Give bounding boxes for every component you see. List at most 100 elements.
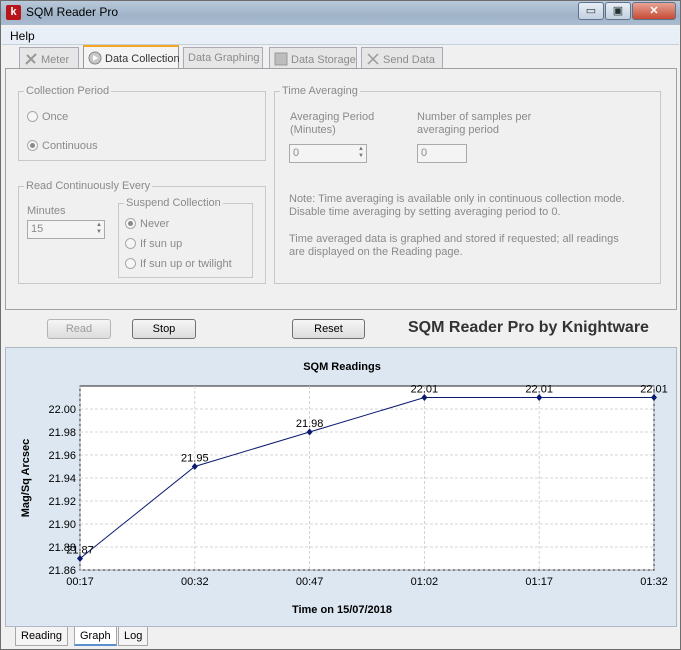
y-axis-label: Mag/Sq Arcsec [20, 439, 32, 517]
minutes-spinner[interactable]: 15 ▲ ▼ [27, 220, 105, 239]
label-line: Number of samples per [417, 111, 532, 123]
y-tick-label: 21.94 [48, 473, 76, 485]
tab-reading[interactable]: Reading [15, 627, 68, 646]
data-label: 21.95 [181, 453, 209, 465]
stop-button[interactable]: Stop [132, 319, 196, 339]
label-line: (Minutes) [290, 124, 336, 136]
averaging-note: Note: Time averaging is available only i… [289, 193, 625, 219]
tab-label: Send Data [383, 54, 435, 66]
radio-if-sun-up-or-twilight[interactable]: If sun up or twilight [125, 258, 232, 270]
radio-if-sun-up[interactable]: If sun up [125, 238, 182, 250]
storage-icon [274, 52, 288, 66]
y-tick-label: 21.92 [48, 496, 76, 508]
tab-send-data[interactable]: Send Data [361, 47, 443, 68]
averaging-period-label: Averaging Period (Minutes) [290, 111, 374, 137]
radio-continuous[interactable]: Continuous [27, 140, 98, 152]
brand-label: SQM Reader Pro by Knightware [408, 319, 649, 336]
tab-data-graphing[interactable]: Data Graphing [183, 47, 263, 68]
reset-button[interactable]: Reset [292, 319, 365, 339]
note-line: Note: Time averaging is available only i… [289, 193, 625, 205]
samples-field[interactable]: 0 [417, 144, 467, 163]
maximize-button[interactable]: ▣ [605, 2, 631, 20]
menu-bar: Help [2, 27, 679, 45]
tab-label: Data Storage [291, 54, 356, 66]
x-tick-label: 01:02 [411, 576, 439, 588]
close-button[interactable]: ✕ [632, 2, 676, 20]
samples-label: Number of samples per averaging period [417, 111, 531, 137]
radio-indicator [125, 218, 136, 229]
bottom-tabstrip: Reading Graph Log [5, 627, 677, 647]
tab-label: Data Collection [105, 53, 180, 65]
tab-meter[interactable]: Meter [19, 47, 79, 68]
suspend-collection-group: Suspend Collection Never If sun up If su… [118, 197, 253, 278]
group-title: Suspend Collection [124, 197, 223, 209]
spinner-arrows-icon[interactable]: ▲ ▼ [358, 146, 364, 160]
tab-data-storage[interactable]: Data Storage [269, 47, 357, 68]
data-label: 21.87 [66, 545, 94, 557]
minimize-button[interactable]: ▭ [578, 2, 604, 20]
label-line: Averaging Period [290, 111, 375, 123]
radio-indicator [125, 258, 136, 269]
radio-label: If sun up [140, 238, 183, 250]
time-averaging-group: Time Averaging Averaging Period (Minutes… [274, 85, 661, 284]
radio-indicator [27, 140, 38, 151]
x-tick-label: 00:32 [181, 576, 209, 588]
sqm-chart: SQM Readings 21.8621.8821.9021.9221.9421… [20, 361, 668, 616]
window-title: SQM Reader Pro [26, 5, 119, 19]
play-icon [88, 51, 102, 65]
radio-never[interactable]: Never [125, 218, 169, 230]
x-tick-label: 00:47 [296, 576, 324, 588]
group-title: Time Averaging [280, 85, 360, 97]
radio-label: Never [140, 218, 170, 230]
samples-value: 0 [421, 147, 428, 159]
tab-label: Meter [41, 54, 70, 66]
collection-period-group: Collection Period Once Continuous [18, 85, 266, 161]
menu-help[interactable]: Help [10, 29, 35, 43]
x-tick-label: 01:17 [525, 576, 553, 588]
label-line: averaging period [417, 124, 499, 136]
data-label: 22.01 [640, 384, 668, 396]
data-label: 22.01 [411, 384, 439, 396]
averaging-period-spinner[interactable]: 0 ▲ ▼ [289, 144, 367, 163]
radio-indicator [27, 111, 38, 122]
x-tick-label: 00:17 [66, 576, 94, 588]
send-icon [366, 52, 380, 66]
note-line: Disable time averaging by setting averag… [289, 206, 561, 218]
radio-label: Once [42, 111, 69, 123]
y-tick-label: 21.98 [48, 427, 76, 439]
title-bar[interactable]: k SQM Reader Pro ▭ ▣ ✕ [1, 1, 680, 25]
spinner-arrows-icon[interactable]: ▲ ▼ [96, 222, 102, 236]
x-axis-label: Time on 15/07/2018 [292, 604, 392, 616]
x-tick-label: 01:32 [640, 576, 668, 588]
app-window: k SQM Reader Pro ▭ ▣ ✕ Help Meter Data C… [0, 0, 681, 650]
x-axis: 00:17 00:32 00:47 01:02 01:17 01:32 [66, 576, 668, 588]
read-continuously-group: Read Continuously Every Minutes 15 ▲ ▼ Su… [18, 180, 266, 284]
minutes-label: Minutes [27, 205, 66, 217]
group-title: Read Continuously Every [24, 180, 153, 192]
minutes-value: 15 [31, 223, 44, 235]
radio-indicator [125, 238, 136, 249]
app-logo-icon: k [6, 5, 21, 20]
averaging-period-value: 0 [293, 147, 300, 159]
radio-label: Continuous [42, 140, 98, 152]
y-tick-label: 22.00 [48, 404, 76, 416]
data-label: 22.01 [525, 384, 553, 396]
chart-title: SQM Readings [303, 361, 381, 373]
note-line: Time averaged data is graphed and stored… [289, 233, 619, 245]
tab-graph[interactable]: Graph [74, 627, 117, 646]
sqm-chart-area: SQM Readings 21.86 21.88 21.90 21.92 21.94 21… [5, 347, 677, 627]
y-tick-label: 21.96 [48, 450, 76, 462]
radio-once[interactable]: Once [27, 111, 68, 123]
averaging-info: Time averaged data is graphed and stored… [289, 233, 619, 259]
tab-data-collection[interactable]: Data Collection [83, 45, 180, 68]
data-collection-panel: Collection Period Once Continuous Read C… [5, 68, 677, 310]
y-tick-label: 21.90 [48, 519, 76, 531]
read-button[interactable]: Read [47, 319, 111, 339]
note-line: are displayed on the Reading page. [289, 246, 463, 258]
group-title: Collection Period [24, 85, 112, 97]
tab-log[interactable]: Log [118, 627, 149, 646]
tab-label: Data Graphing [188, 52, 260, 64]
data-label: 21.98 [296, 418, 324, 430]
main-tabstrip: Meter Data Collection Data Graphing Data… [5, 45, 677, 69]
meter-icon [24, 52, 38, 66]
